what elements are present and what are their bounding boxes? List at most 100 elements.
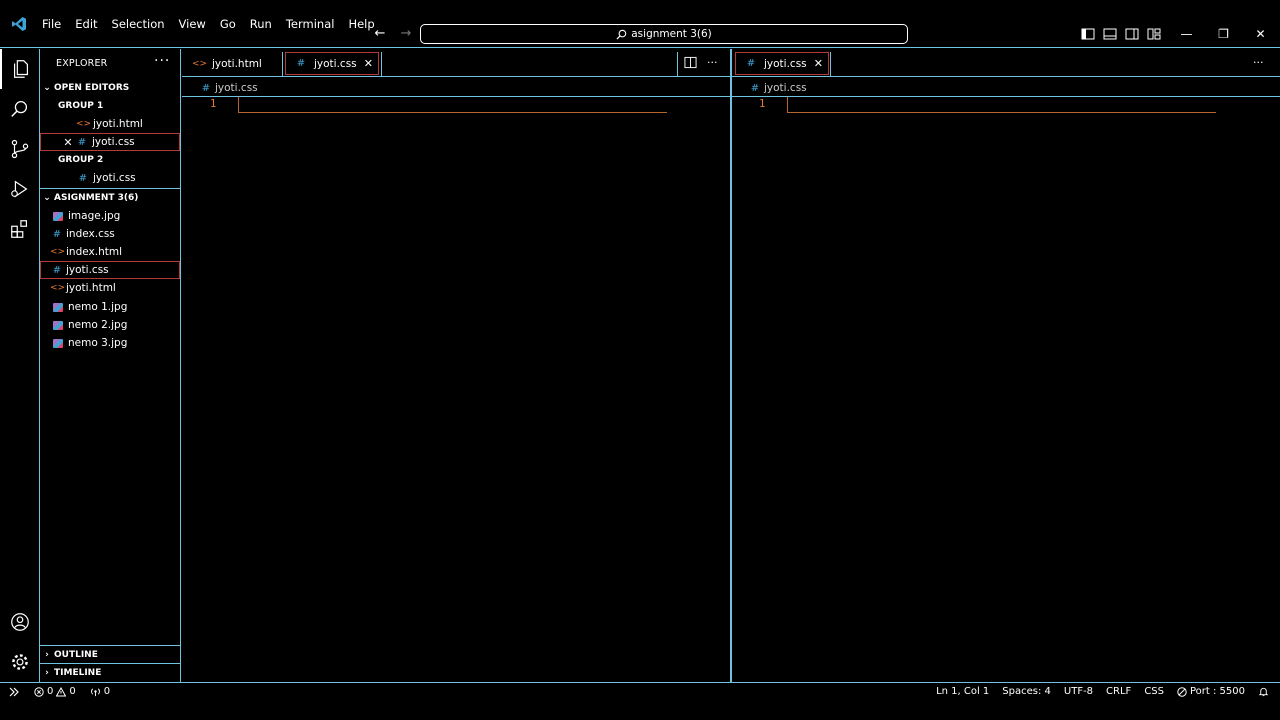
forward-arrow-icon[interactable]: →: [398, 24, 414, 44]
file-label: image.jpg: [68, 210, 121, 222]
toggle-primary-sidebar-icon[interactable]: [1080, 26, 1096, 42]
ports-count: 0: [103, 686, 111, 697]
menu-go[interactable]: Go: [213, 13, 243, 35]
html-file-icon: <>: [50, 247, 66, 257]
file-nemo-2-jpg[interactable]: nemo 2.jpg: [40, 316, 180, 334]
more-actions-icon[interactable]: ···: [707, 56, 718, 69]
explorer-title: EXPLORER: [56, 58, 108, 69]
ports-indicator[interactable]: 0: [90, 686, 110, 697]
current-line-highlight[interactable]: [787, 97, 1216, 113]
image-file-icon: [53, 302, 63, 312]
tab-jyoti-css[interactable]: # jyoti.css ✕: [285, 52, 379, 75]
right-breadcrumb[interactable]: # jyoti.css: [748, 80, 807, 96]
image-file-icon: [53, 338, 63, 348]
explorer-more-icon[interactable]: ···: [154, 53, 170, 69]
html-file-icon: <>: [192, 58, 208, 69]
file-nemo-3-jpg[interactable]: nemo 3.jpg: [40, 334, 180, 352]
breadcrumb-label: jyoti.css: [215, 82, 258, 94]
file-label: jyoti.css: [93, 172, 136, 184]
explorer-activity[interactable]: [0, 49, 40, 89]
tab-label: jyoti.css: [764, 57, 807, 70]
group-2-header[interactable]: GROUP 2: [40, 151, 180, 169]
css-file-icon: #: [746, 58, 756, 69]
left-editor-actions: ···: [684, 56, 718, 69]
command-center-search[interactable]: asignment 3(6): [420, 24, 908, 44]
tab-separator: [677, 52, 678, 77]
gear-icon: [12, 654, 28, 670]
menu-file[interactable]: File: [35, 13, 68, 35]
language-mode[interactable]: CSS: [1144, 686, 1164, 697]
end-of-line[interactable]: CRLF: [1106, 686, 1131, 697]
toggle-panel-icon[interactable]: [1102, 26, 1118, 42]
open-editor-group2-jyoti-css[interactable]: # jyoti.css: [40, 169, 180, 187]
menu-view[interactable]: View: [172, 13, 213, 35]
encoding[interactable]: UTF-8: [1064, 686, 1093, 697]
outline-section[interactable]: › OUTLINE: [40, 645, 181, 663]
css-file-icon: #: [77, 136, 87, 148]
line-number: 1: [210, 98, 217, 110]
close-icon[interactable]: ✕: [61, 136, 75, 149]
file-index-css[interactable]: # index.css: [40, 225, 180, 243]
navigation-arrows: ← →: [372, 24, 414, 44]
restore-icon[interactable]: ❐: [1205, 20, 1242, 48]
menu-edit[interactable]: Edit: [68, 13, 104, 35]
remote-icon[interactable]: [8, 686, 20, 698]
editor-group-splitter[interactable]: [730, 49, 732, 682]
title-bar: File Edit Selection View Go Run Terminal…: [0, 0, 1280, 48]
file-index-html[interactable]: <> index.html: [40, 243, 180, 261]
warning-icon: [56, 686, 67, 696]
left-breadcrumb[interactable]: # jyoti.css: [199, 80, 258, 96]
chevron-down-icon: ⌄: [43, 83, 51, 93]
file-nemo-1-jpg[interactable]: nemo 1.jpg: [40, 298, 180, 316]
customize-layout-icon[interactable]: [1146, 26, 1162, 42]
search-icon: [616, 29, 627, 40]
manage-activity[interactable]: [0, 642, 40, 682]
menu-run[interactable]: Run: [243, 13, 279, 35]
indentation[interactable]: Spaces: 4: [1002, 686, 1051, 697]
accounts-activity[interactable]: [0, 602, 40, 642]
open-editor-jyoti-css[interactable]: ✕ # jyoti.css: [40, 133, 180, 151]
close-tab-icon[interactable]: ✕: [814, 57, 823, 70]
current-line-highlight[interactable]: [238, 97, 667, 113]
folder-section[interactable]: ⌄ ASIGNMENT 3(6): [40, 189, 180, 207]
group-1-header[interactable]: GROUP 1: [40, 97, 180, 115]
status-right: Ln 1, Col 1 Spaces: 4 UTF-8 CRLF CSS Por…: [936, 686, 1280, 697]
search-activity[interactable]: [0, 89, 40, 129]
extensions-activity[interactable]: [0, 209, 40, 249]
left-editor-tabs: <> jyoti.html # jyoti.css ✕: [182, 49, 730, 77]
css-file-icon: #: [750, 82, 760, 94]
file-image-jpg[interactable]: image.jpg: [40, 207, 180, 225]
run-debug-activity[interactable]: [0, 169, 40, 209]
menu-selection[interactable]: Selection: [105, 13, 172, 35]
close-tab-icon[interactable]: ✕: [364, 57, 373, 70]
more-actions-icon[interactable]: ···: [1253, 56, 1264, 69]
file-label: jyoti.html: [93, 118, 143, 130]
search-icon: [11, 101, 28, 117]
source-control-activity[interactable]: [0, 129, 40, 169]
live-server-port[interactable]: Port : 5500: [1177, 686, 1245, 697]
css-file-icon: #: [52, 228, 62, 240]
cursor-position[interactable]: Ln 1, Col 1: [936, 686, 989, 697]
minimize-icon[interactable]: —: [1168, 20, 1205, 48]
problems-indicator[interactable]: 0 0: [34, 686, 76, 697]
css-file-icon: #: [201, 82, 211, 94]
file-jyoti-html[interactable]: <> jyoti.html: [40, 279, 180, 297]
tab-jyoti-html[interactable]: <> jyoti.html: [184, 52, 280, 75]
broadcast-icon: [90, 688, 100, 697]
close-window-icon[interactable]: ✕: [1242, 20, 1279, 48]
tab-separator: [830, 52, 831, 77]
open-editors-section[interactable]: ⌄ OPEN EDITORS: [40, 79, 180, 97]
toggle-secondary-sidebar-icon[interactable]: [1124, 26, 1140, 42]
back-arrow-icon[interactable]: ←: [372, 24, 388, 44]
css-file-icon: #: [296, 58, 306, 69]
extensions-icon: [11, 220, 28, 238]
file-label: jyoti.css: [92, 136, 135, 148]
timeline-section[interactable]: › TIMELINE: [40, 663, 181, 681]
port-label: Port : 5500: [1190, 686, 1245, 697]
file-jyoti-css[interactable]: # jyoti.css: [40, 261, 180, 279]
split-editor-icon[interactable]: [684, 56, 697, 69]
menu-terminal[interactable]: Terminal: [279, 13, 342, 35]
tab-jyoti-css-right[interactable]: # jyoti.css ✕: [735, 52, 829, 75]
bell-icon[interactable]: [1258, 686, 1269, 697]
open-editor-jyoti-html[interactable]: <> jyoti.html: [40, 115, 180, 133]
